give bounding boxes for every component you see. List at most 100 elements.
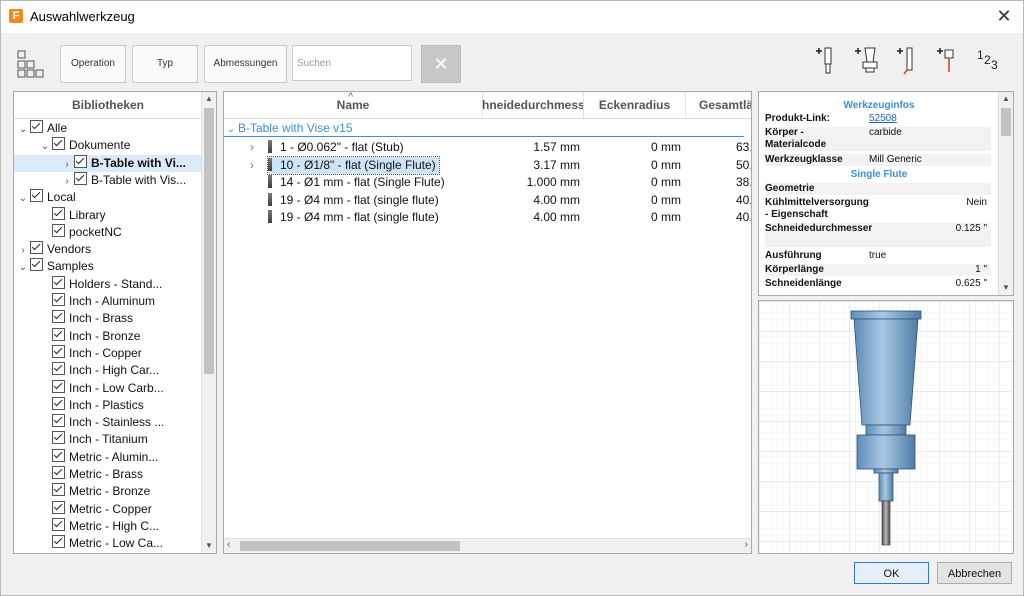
add-mill-tool-icon[interactable] (815, 46, 839, 76)
end-mill-icon (268, 175, 272, 188)
library-tree-item[interactable]: Metric - High C... (14, 517, 216, 535)
checkbox-checked[interactable] (52, 137, 65, 151)
checkbox-checked[interactable] (30, 189, 43, 203)
add-turning-tool-icon[interactable] (896, 46, 920, 76)
chevron-right-icon[interactable]: › (18, 242, 28, 258)
add-probe-icon[interactable] (936, 46, 960, 76)
search-input[interactable]: Suchen (292, 45, 412, 81)
library-tree-item[interactable]: Inch - Low Carb... (14, 379, 216, 397)
filter-dimensions-button[interactable]: Abmessungen (204, 45, 287, 83)
view-toggle-icon[interactable] (17, 50, 45, 78)
checkbox-checked[interactable] (52, 483, 65, 497)
tool-list-hscrollbar[interactable]: ‹ › (224, 538, 751, 553)
filter-type-button[interactable]: Typ (132, 45, 198, 83)
libraries-scrollbar[interactable]: ▲ ▼ (201, 92, 216, 553)
checkbox-checked[interactable] (30, 241, 43, 255)
checkbox-checked[interactable] (52, 535, 65, 549)
library-tree-item[interactable]: › B-Table with Vis... (14, 171, 216, 189)
library-tree-item[interactable]: ⌄ Alle (14, 120, 204, 137)
chevron-right-icon[interactable]: › (250, 139, 254, 156)
checkbox-checked[interactable] (52, 466, 65, 479)
checkbox-checked[interactable] (52, 223, 65, 237)
chevron-down-icon[interactable]: ⌄ (18, 121, 28, 137)
info-scrollbar[interactable]: ▲ ▼ (998, 92, 1013, 295)
library-tree-item[interactable]: Inch - High Car... (14, 362, 216, 379)
library-tree-item[interactable]: Inch - Bronze (14, 327, 216, 345)
checkbox-checked[interactable] (74, 171, 87, 185)
library-tree-item[interactable]: Metric - Alumin... (14, 448, 216, 466)
checkbox-checked[interactable] (52, 293, 65, 306)
library-tree-item[interactable]: Metric - Bronze (14, 483, 216, 500)
library-tree-item[interactable]: › Vendors (14, 241, 204, 258)
checkbox-checked[interactable] (52, 517, 65, 531)
library-tree-item[interactable]: Inch - Stainless ... (14, 414, 216, 431)
column-name[interactable]: ^ Name (224, 92, 483, 118)
filter-operation-button[interactable]: Operation (60, 45, 126, 83)
tool-row[interactable]: 14 - Ø1 mm - flat (Single Flute) 1.000 mm… (224, 174, 751, 191)
library-tree-item[interactable]: ⌄ Samples (14, 258, 204, 275)
library-tree-item[interactable]: Metric - Low Ca... (14, 535, 216, 552)
chevron-right-icon[interactable]: › (62, 156, 72, 172)
checkbox-checked[interactable] (74, 154, 87, 168)
info-value: 0.625 " (955, 278, 987, 289)
library-tree-item[interactable]: pocketNC (14, 223, 216, 241)
checkbox-checked[interactable] (30, 120, 43, 133)
cancel-button[interactable]: Abbrechen (937, 562, 1012, 584)
checkbox-checked[interactable] (52, 327, 65, 341)
scroll-right-icon[interactable]: › (745, 539, 748, 550)
scroll-down-icon[interactable]: ▼ (202, 539, 216, 553)
chevron-down-icon[interactable]: ⌄ (18, 259, 28, 275)
tool-row[interactable]: › 10 - Ø1/8" - flat (Single Flute) 3.17 mm… (224, 155, 751, 175)
tool-row[interactable]: 19 - Ø4 mm - flat (single flute) 4.00 mm 0… (224, 209, 751, 226)
renumber-icon[interactable]: 1 2 3 (977, 48, 1007, 76)
checkbox-checked[interactable] (30, 258, 43, 272)
library-tree-item[interactable]: Inch - Brass (14, 310, 216, 327)
add-holder-icon[interactable] (854, 46, 882, 76)
tool-preview-panel[interactable] (758, 300, 1014, 554)
chevron-right-icon[interactable]: › (62, 173, 72, 189)
clear-search-icon[interactable]: ✕ (421, 45, 461, 83)
checkbox-checked[interactable] (52, 362, 65, 376)
product-link[interactable]: 52508 (869, 113, 989, 125)
close-icon[interactable]: ✕ (993, 5, 1015, 27)
chevron-down-icon[interactable]: ⌄ (40, 138, 50, 154)
tool-row[interactable]: 19 - Ø4 mm - flat (single flute) 4.00 mm 0… (224, 192, 751, 209)
ok-button[interactable]: OK (854, 562, 929, 584)
checkbox-checked[interactable] (52, 310, 65, 324)
column-diameter[interactable]: hneidedurchmess (482, 92, 584, 118)
checkbox-checked[interactable] (52, 379, 65, 393)
column-overall-length[interactable]: Gesamtlä (685, 92, 751, 118)
checkbox-checked[interactable] (52, 414, 65, 428)
library-tree-item[interactable]: › B-Table with Vi... (14, 154, 216, 172)
checkbox-checked[interactable] (52, 275, 65, 289)
library-tree-item[interactable]: ⌄ Dokumente (14, 137, 216, 154)
scroll-up-icon[interactable]: ▲ (202, 92, 216, 106)
chevron-down-icon[interactable]: ⌄ (18, 190, 28, 206)
info-value: 1 " (975, 264, 987, 275)
checkbox-checked[interactable] (52, 431, 65, 445)
checkbox-checked[interactable] (52, 500, 65, 514)
library-tree-item[interactable]: Inch - Aluminum (14, 293, 216, 310)
scroll-left-icon[interactable]: ‹ (227, 539, 230, 550)
scrollbar-thumb[interactable] (204, 108, 214, 374)
library-tree-item[interactable]: Holders - Stand... (14, 275, 216, 293)
hscrollbar-thumb[interactable] (240, 541, 460, 551)
checkbox-checked[interactable] (52, 448, 65, 462)
chevron-right-icon[interactable]: › (250, 157, 254, 174)
checkbox-checked[interactable] (52, 344, 65, 358)
library-group-row[interactable]: ⌄ B-Table with Vise v15 (224, 120, 744, 137)
scrollbar-thumb[interactable] (1001, 108, 1011, 136)
library-tree-item[interactable]: Inch - Plastics (14, 396, 216, 414)
tool-row[interactable]: › 1 - Ø0.062" - flat (Stub) 1.57 mm 0 mm 63. (224, 139, 751, 156)
library-tree-item[interactable]: Inch - Copper (14, 344, 216, 362)
column-corner-radius[interactable]: Eckenradius (584, 92, 686, 118)
library-tree-item[interactable]: ⌄ Local (14, 189, 204, 206)
scroll-down-icon[interactable]: ▼ (999, 281, 1013, 295)
library-tree-item[interactable]: Inch - Titanium (14, 431, 216, 448)
library-tree-item[interactable]: Library (14, 206, 216, 224)
checkbox-checked[interactable] (52, 396, 65, 410)
scroll-up-icon[interactable]: ▲ (999, 92, 1013, 106)
checkbox-checked[interactable] (52, 206, 65, 220)
library-tree-item[interactable]: Metric - Copper (14, 500, 216, 518)
library-tree-item[interactable]: Metric - Brass (14, 466, 216, 483)
